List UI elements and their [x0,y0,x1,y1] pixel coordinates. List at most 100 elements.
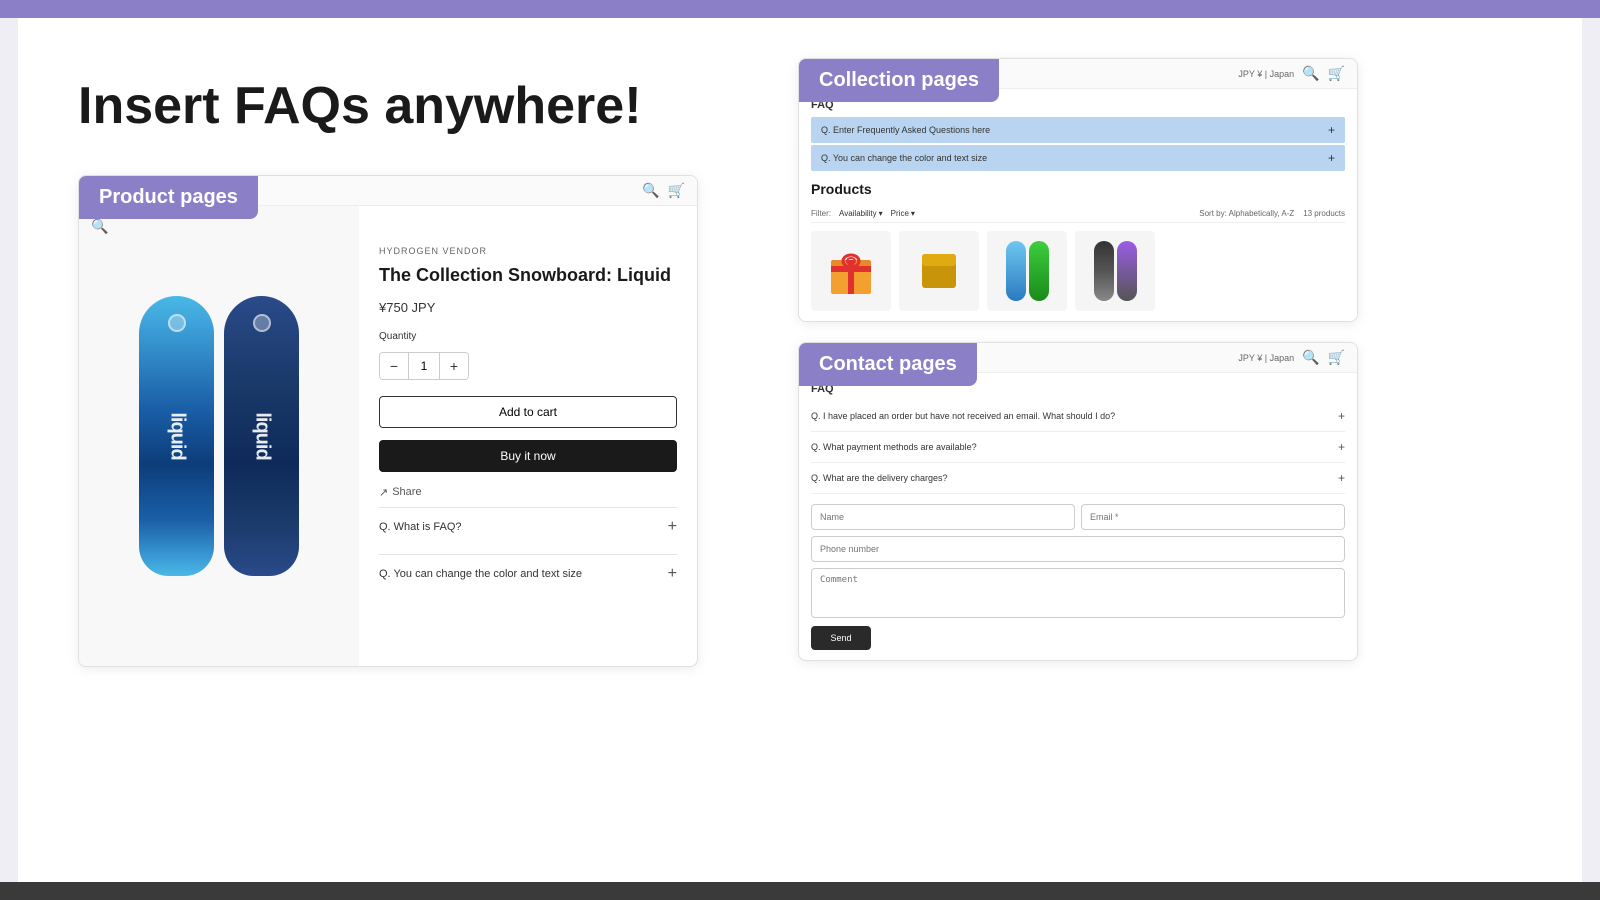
thumb-snowboard-cyan [1006,241,1026,301]
vendor-label: HYDROGEN VENDOR [379,246,677,256]
collection-card-label: Collection pages [799,59,999,102]
collection-faq-q2: Q. You can change the color and text siz… [821,153,987,163]
contact-browser-icons: JPY ¥ | Japan 🔍 🛒 [1238,349,1345,366]
name-field[interactable] [811,504,1075,530]
add-to-cart-button[interactable]: Add to cart [379,396,677,428]
form-name-email-row [811,504,1345,530]
quantity-control: − 1 + [379,352,469,380]
collection-browser-icons: JPY ¥ | Japan 🔍 🛒 [1238,65,1345,82]
product-faq-question-1: Q. What is FAQ? [379,521,462,533]
top-bar [0,0,1600,18]
search-icon[interactable]: 🔍 [642,182,659,199]
left-section: Insert FAQs anywhere! Product pages JPY … [18,18,778,707]
thumb-pair-1 [1006,241,1049,301]
contact-faq-expand-1[interactable]: + [1338,409,1345,423]
collection-faq-expand-2[interactable]: + [1328,151,1335,165]
faq-expand-icon-2[interactable]: + [668,565,677,583]
thumb-snowboard-dark [1094,241,1114,301]
contact-faq-item-3[interactable]: Q. What are the delivery charges? + [811,463,1345,494]
availability-filter[interactable]: Availability ▾ [839,209,883,218]
thumb-snowboard-purple [1117,241,1137,301]
board-binding-left [168,314,186,332]
product-faq-item-2: Q. You can change the color and text siz… [379,554,677,593]
product-faq-item-1: Q. What is FAQ? + [379,507,677,546]
price-filter[interactable]: Price ▾ [891,209,915,218]
submit-button[interactable]: Send [811,626,871,650]
contact-form: Send [811,504,1345,650]
product-thumb-gift[interactable] [811,231,891,311]
share-link[interactable]: ↗ Share [379,486,677,499]
quantity-label: Quantity [379,331,677,342]
collection-search-icon[interactable]: 🔍 [1302,65,1319,82]
snowboard-left: liquid [139,296,214,576]
zoom-icon[interactable]: 🔍 [91,218,108,235]
buy-now-button[interactable]: Buy it now [379,440,677,472]
product-faq-row-1[interactable]: Q. What is FAQ? + [379,518,677,536]
product-thumbnails [811,231,1345,311]
product-title: The Collection Snowboard: Liquid [379,264,677,287]
collection-faq-item-2[interactable]: Q. You can change the color and text siz… [811,145,1345,171]
right-section: Collection pages JPY ¥ | Japan 🔍 🛒 FAQ Q… [778,18,1582,691]
collection-faq-item-1[interactable]: Q. Enter Frequently Asked Questions here… [811,117,1345,143]
snowboard-images: liquid liquid [119,276,319,596]
product-card-label: Product pages [79,176,258,219]
contact-faq-expand-2[interactable]: + [1338,440,1345,454]
comment-field[interactable] [811,568,1345,618]
contact-search-icon[interactable]: 🔍 [1302,349,1319,366]
snowboard-right: liquid [224,296,299,576]
cart-icon[interactable]: 🛒 [668,182,685,199]
sort-label: Sort by: [1199,209,1227,218]
share-icon: ↗ [379,486,388,499]
email-field[interactable] [1081,504,1345,530]
contact-faq-q1: Q. I have placed an order but have not r… [811,411,1115,421]
products-section: Products Filter: Availability ▾ Price ▾ [811,181,1345,311]
contact-body: FAQ Q. I have placed an order but have n… [799,373,1357,660]
contact-currency: JPY ¥ | Japan [1238,353,1294,363]
product-thumb-boards2[interactable] [1075,231,1155,311]
thumb-pair-2 [1094,241,1137,301]
collection-card: Collection pages JPY ¥ | Japan 🔍 🛒 FAQ Q… [798,58,1358,322]
collection-faq-expand-1[interactable]: + [1328,123,1335,137]
bottom-bar [0,882,1600,900]
yellow-product-icon [914,246,964,296]
product-thumb-boards1[interactable] [987,231,1067,311]
qty-decrease-button[interactable]: − [380,352,408,380]
collection-currency: JPY ¥ | Japan [1238,69,1294,79]
faq-expand-icon-1[interactable]: + [668,518,677,536]
contact-cart-icon[interactable]: 🛒 [1328,349,1345,366]
qty-increase-button[interactable]: + [440,352,468,380]
gift-icon [826,246,876,296]
contact-faq-item-1[interactable]: Q. I have placed an order but have not r… [811,401,1345,432]
contact-faq-expand-3[interactable]: + [1338,471,1345,485]
product-details: HYDROGEN VENDOR The Collection Snowboard… [359,206,697,666]
thumb-snowboard-green [1029,241,1049,301]
board-binding-right [253,314,271,332]
collection-card-wrapper: Collection pages JPY ¥ | Japan 🔍 🛒 FAQ Q… [799,59,1357,321]
contact-card-wrapper: Contact pages JPY ¥ | Japan 🔍 🛒 FAQ Q. I… [799,343,1357,660]
sort-value-text[interactable]: Alphabetically, A-Z [1229,209,1295,218]
contact-card: Contact pages JPY ¥ | Japan 🔍 🛒 FAQ Q. I… [798,342,1358,661]
hero-title: Insert FAQs anywhere! [78,78,738,135]
contact-faq-item-2[interactable]: Q. What payment methods are available? + [811,432,1345,463]
product-card-inner: 🔍 liquid liquid HYDROGEN VEND [79,206,697,666]
product-card: Product pages JPY ¥ | Japan 🔍 🛒 🔍 liquid [78,175,698,667]
filter-right: Sort by: Alphabetically, A-Z 13 products [1199,209,1345,218]
board-text-left: liquid [165,413,188,460]
phone-field[interactable] [811,536,1345,562]
product-thumb-yellow[interactable] [899,231,979,311]
filter-label: Filter: [811,209,831,218]
contact-faq-q2: Q. What payment methods are available? [811,442,977,452]
products-section-title: Products [811,181,1345,197]
qty-value: 1 [408,353,440,379]
product-image-area: 🔍 liquid liquid [79,206,359,666]
filter-bar: Filter: Availability ▾ Price ▾ Sort by: [811,205,1345,223]
collection-faq-q1: Q. Enter Frequently Asked Questions here [821,125,990,135]
board-text-right: liquid [250,413,273,460]
product-faq-row-2[interactable]: Q. You can change the color and text siz… [379,565,677,583]
share-text: Share [392,486,421,498]
filter-left: Filter: Availability ▾ Price ▾ [811,209,915,218]
product-faq-question-2: Q. You can change the color and text siz… [379,568,582,580]
collection-cart-icon[interactable]: 🛒 [1328,65,1345,82]
collection-body: FAQ Q. Enter Frequently Asked Questions … [799,89,1357,321]
contact-faq-q3: Q. What are the delivery charges? [811,473,948,483]
